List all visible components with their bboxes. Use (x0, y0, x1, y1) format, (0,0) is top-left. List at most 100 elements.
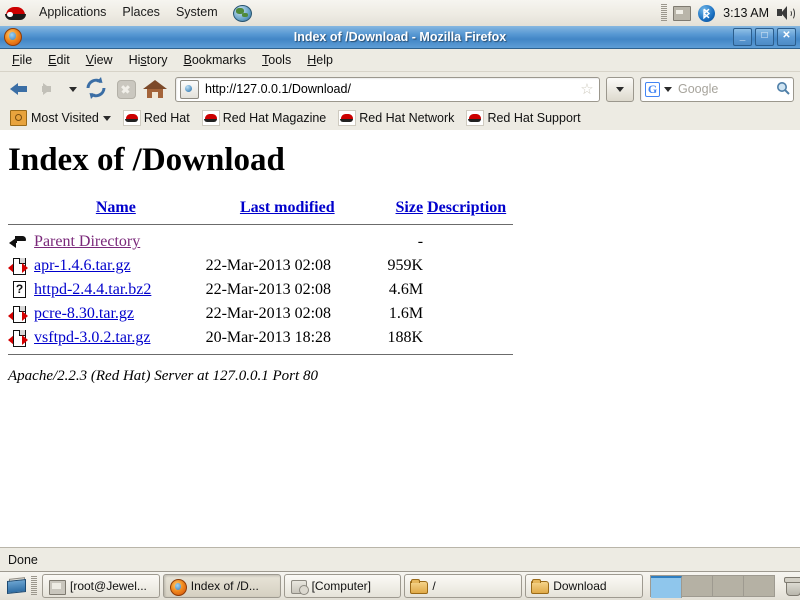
url-bar[interactable]: http://127.0.0.1/Download/ ☆ (175, 76, 600, 102)
row-name-cell[interactable]: httpd-2.4.4.tar.bz2 (34, 278, 206, 302)
url-input[interactable]: http://127.0.0.1/Download/ (203, 82, 578, 96)
panel-clock[interactable]: 3:13 AM (723, 6, 769, 20)
workspace-switcher[interactable] (649, 575, 775, 598)
workspace-1[interactable] (650, 576, 682, 598)
file-link[interactable]: pcre-8.30.tar.gz (34, 305, 134, 322)
task-button-firefox[interactable]: Index of /D... (162, 574, 281, 598)
menu-history[interactable]: History (121, 50, 176, 70)
tray-drag-handle[interactable] (661, 4, 668, 22)
row-name-cell[interactable]: apr-1.4.6.tar.gz (34, 254, 206, 278)
unknown-file-icon: ? (8, 279, 28, 301)
stop-button[interactable] (117, 79, 136, 99)
table-row[interactable]: pcre-8.30.tar.gz 22-Mar-2013 02:08 1.6M (8, 302, 513, 326)
folder-icon (531, 578, 550, 594)
footer-divider-row (8, 350, 513, 360)
row-name-cell[interactable]: pcre-8.30.tar.gz (34, 302, 206, 326)
task-label: Index of /D... (190, 579, 259, 593)
menu-view[interactable]: View (78, 50, 121, 70)
history-dropdown-button[interactable] (66, 75, 80, 103)
status-text: Done (8, 553, 38, 567)
reload-button[interactable] (82, 75, 110, 103)
redhat-shadowman-icon (201, 110, 220, 126)
bookmarks-toolbar: Most Visited Red Hat Red Hat Magazine Re… (0, 106, 800, 131)
workspace-3[interactable] (712, 576, 744, 596)
sort-by-date-link[interactable]: Last modified (240, 199, 335, 216)
tasklist-drag-handle[interactable] (31, 576, 37, 596)
row-description-cell (427, 302, 513, 326)
forward-button[interactable] (36, 75, 64, 103)
table-row[interactable]: ? httpd-2.4.4.tar.bz2 22-Mar-2013 02:08 … (8, 278, 513, 302)
volume-icon[interactable] (776, 5, 795, 21)
menu-tools[interactable]: Tools (254, 50, 299, 70)
task-button-download[interactable]: Download (525, 574, 643, 598)
bookmark-red-hat-magazine[interactable]: Red Hat Magazine (197, 108, 332, 128)
menu-file[interactable]: File (4, 50, 40, 70)
bookmark-most-visited[interactable]: Most Visited (5, 108, 116, 128)
menu-help[interactable]: Help (299, 50, 341, 70)
header-description[interactable]: Description (427, 199, 513, 220)
sort-by-description-link[interactable]: Description (427, 199, 506, 216)
menu-edit[interactable]: Edit (40, 50, 78, 70)
table-row[interactable]: Parent Directory - (8, 230, 513, 254)
row-name-cell[interactable]: Parent Directory (34, 230, 206, 254)
navigation-toolbar: http://127.0.0.1/Download/ ☆ G Google (0, 72, 800, 106)
search-icon[interactable] (773, 81, 793, 98)
forward-arrow-icon (42, 83, 51, 95)
minimize-button[interactable]: _ (733, 28, 752, 46)
file-link[interactable]: httpd-2.4.4.tar.bz2 (34, 281, 151, 298)
header-name[interactable]: Name (34, 199, 206, 220)
redhat-shadowman-icon (122, 110, 141, 126)
tray-applet-icon[interactable] (673, 5, 692, 21)
web-browser-icon[interactable] (232, 4, 252, 22)
bookmark-red-hat-network[interactable]: Red Hat Network (333, 108, 459, 128)
window-title: Index of /Download - Mozilla Firefox (293, 30, 507, 44)
workspace-2[interactable] (681, 576, 713, 596)
bluetooth-icon[interactable] (698, 4, 716, 22)
url-dropdown-button[interactable] (606, 76, 634, 102)
workspace-4[interactable] (743, 576, 774, 596)
table-row[interactable]: apr-1.4.6.tar.gz 22-Mar-2013 02:08 959K (8, 254, 513, 278)
gnome-top-panel: Applications Places System 3:13 AM (0, 0, 800, 27)
sort-by-size-link[interactable]: Size (396, 199, 424, 216)
page-title: Index of /Download (8, 142, 285, 178)
sort-by-name-link[interactable]: Name (96, 199, 136, 216)
header-last-modified[interactable]: Last modified (206, 199, 375, 220)
back-button[interactable] (6, 75, 34, 103)
panel-tray-group: 3:13 AM (661, 0, 800, 26)
panel-menu-applications[interactable]: Applications (31, 1, 114, 25)
search-input[interactable]: Google (674, 82, 773, 96)
task-button-terminal[interactable]: [root@Jewel... (42, 574, 160, 598)
bookmark-star-icon[interactable]: ☆ (578, 80, 596, 98)
maximize-icon: □ (761, 30, 768, 41)
bookmark-red-hat[interactable]: Red Hat (118, 108, 195, 128)
window-titlebar[interactable]: Index of /Download - Mozilla Firefox _ □… (0, 26, 800, 49)
parent-directory-link[interactable]: Parent Directory (34, 233, 140, 250)
menu-bookmarks[interactable]: Bookmarks (176, 50, 255, 70)
file-link[interactable]: apr-1.4.6.tar.gz (34, 257, 131, 274)
show-desktop-button[interactable] (4, 574, 28, 598)
redhat-logo-icon[interactable] (5, 3, 27, 23)
row-modified-cell: 22-Mar-2013 02:08 (205, 257, 332, 274)
row-modified-cell: 22-Mar-2013 02:08 (205, 281, 332, 298)
row-name-cell[interactable]: vsftpd-3.0.2.tar.gz (34, 326, 206, 350)
panel-menu-places[interactable]: Places (114, 1, 168, 25)
compressed-file-icon (8, 255, 28, 277)
maximize-button[interactable]: □ (755, 28, 774, 46)
file-link[interactable]: vsftpd-3.0.2.tar.gz (34, 329, 150, 346)
task-button-computer[interactable]: [Computer] (283, 574, 402, 598)
home-button[interactable] (143, 77, 167, 101)
row-description-cell (427, 278, 513, 302)
page-favicon (180, 79, 199, 99)
trash-button[interactable] (782, 575, 800, 597)
header-size[interactable]: Size (375, 199, 427, 220)
terminal-icon (48, 579, 66, 595)
header-icon-cell (8, 199, 34, 220)
task-button-root[interactable]: / (404, 574, 523, 598)
close-button[interactable]: ✕ (777, 28, 796, 46)
panel-menu-system[interactable]: System (168, 1, 226, 25)
row-modified-cell (206, 230, 375, 254)
google-logo-icon[interactable]: G (645, 81, 660, 97)
search-bar[interactable]: G Google (640, 76, 794, 102)
table-row[interactable]: vsftpd-3.0.2.tar.gz 20-Mar-2013 18:28 18… (8, 326, 513, 350)
bookmark-red-hat-support[interactable]: Red Hat Support (461, 108, 585, 128)
